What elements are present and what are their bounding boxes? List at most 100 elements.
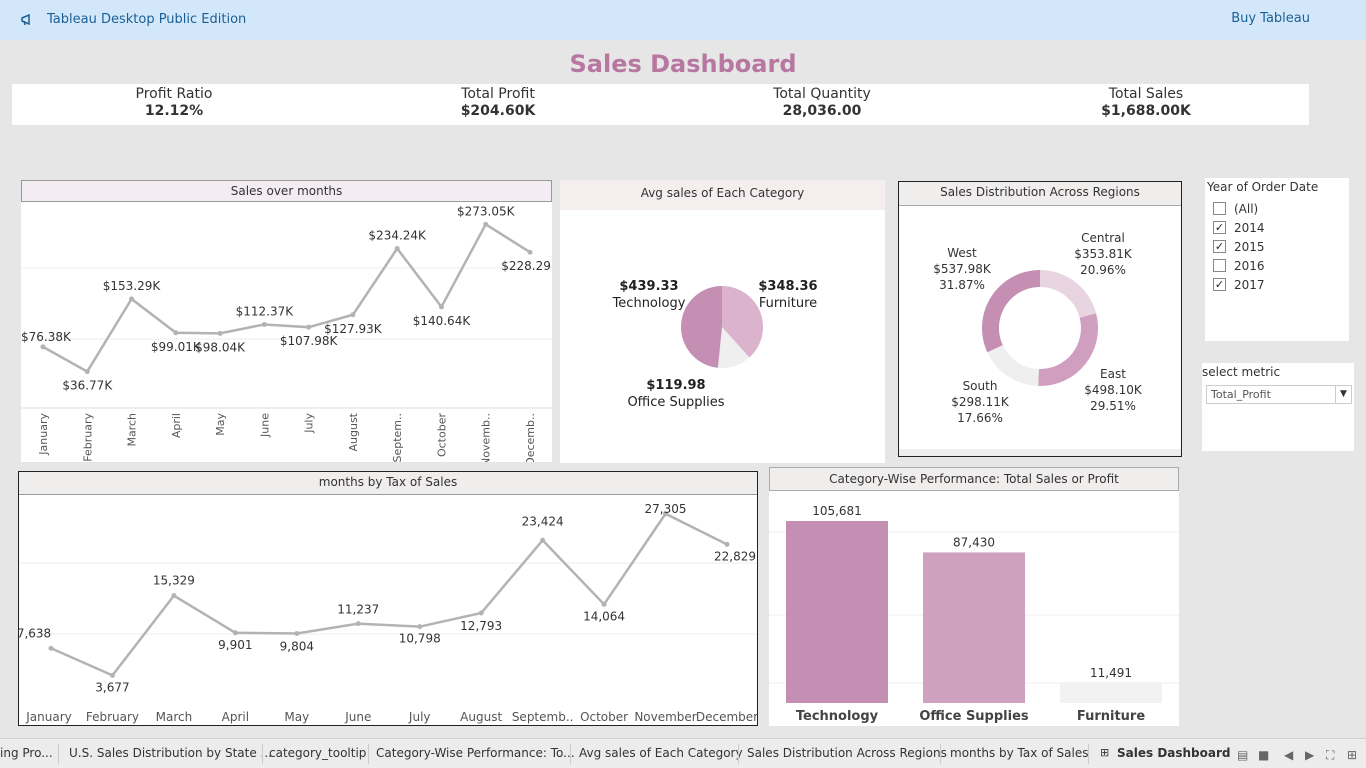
previous-sheet-icon[interactable]: ◀ [1284,748,1293,762]
app-title: Tableau Desktop Public Edition [47,12,247,27]
data-point [417,624,423,630]
region-amount-label: $537.98K [933,262,992,276]
avg-sales-pie-chart[interactable]: $439.33 Technology $348.36 Furniture $119.98… [560,210,885,460]
filter-option-2017[interactable]: ✓ 2017 [1213,276,1265,293]
slice-value-label: $348.36 [758,279,817,294]
tab-divider [570,744,571,764]
checkbox-checked-icon[interactable]: ✓ [1213,278,1226,291]
filter-option-all[interactable]: (All) [1213,200,1258,217]
donut-slice [1040,270,1097,318]
kpi-profit-ratio: Profit Ratio 12.12% [12,84,336,119]
chevron-down-icon[interactable]: ▼ [1335,386,1351,403]
data-label: 9,901 [218,638,252,652]
region-name-label: South [963,379,998,393]
data-label: 9,804 [280,639,314,653]
panel-footer [899,449,1181,456]
tab-sheet[interactable]: Sales Distribution Across Regions [747,746,947,760]
data-label: 15,329 [153,574,195,588]
data-label: 12,793 [460,619,502,633]
tick-label: August [460,710,502,724]
data-point [355,621,361,627]
checkbox-checked-icon[interactable]: ✓ [1213,240,1226,253]
kpi-strip: Profit Ratio 12.12% Total Profit $204.60… [12,84,1309,125]
metric-value: Total_Profit [1211,388,1271,401]
category-bar-chart[interactable]: 105,681 Technology 87,430 Office Supplies 11… [769,492,1179,726]
kpi-total-quantity: Total Quantity 28,036.00 [660,84,984,119]
data-point [724,541,730,547]
tab-sales-dashboard[interactable]: Sales Dashboard [1117,746,1231,760]
tick-label: Septem.. [391,413,404,462]
region-amount-label: $498.10K [1084,383,1143,397]
filter-option-label: 2015 [1234,239,1265,254]
region-pct-label: 20.96% [1080,263,1126,277]
checkbox-checked-icon[interactable]: ✓ [1213,221,1226,234]
tick-label: March [156,710,193,724]
tick-label: July [408,710,431,724]
tab-divider [1088,744,1089,764]
regions-donut-chart[interactable]: Central $353.81K 20.96% East $498.10K 29.51% S… [899,208,1181,448]
tax-line-chart[interactable]: 7,638 January 3,677 February 15,329 March 9,90… [19,496,757,726]
metric-dropdown[interactable]: Total_Profit ▼ [1206,385,1352,404]
filter-option-2015[interactable]: ✓ 2015 [1213,238,1265,255]
next-sheet-icon[interactable]: ▶ [1305,748,1314,762]
data-point [483,221,489,227]
tick-label: July [303,413,316,434]
bar-value-label: 11,491 [1090,666,1132,680]
data-point [129,296,135,302]
dashboard-tab-icon: ⊞ [1100,746,1110,759]
data-point [540,537,546,543]
checkbox-icon[interactable] [1213,202,1226,215]
data-point [601,601,607,607]
data-label: 11,237 [337,603,379,617]
data-point [40,344,46,350]
bar [923,552,1025,703]
buy-tableau-link[interactable]: Buy Tableau [1231,11,1310,26]
tab-sheet[interactable]: category_tooltip [269,746,366,760]
bar [786,521,888,703]
filter-option-label: 2017 [1234,277,1265,292]
slice-name-label: Furniture [759,296,817,311]
checkbox-icon[interactable] [1213,259,1226,272]
filter-option-2014[interactable]: ✓ 2014 [1213,219,1265,236]
kpi-total-profit: Total Profit $204.60K [336,84,660,119]
metric-selector: select metric Total_Profit ▼ [1202,363,1354,451]
data-label: $127.93K [324,322,383,336]
kpi-label: Profit Ratio [135,86,213,102]
tab-sheet[interactable]: ing Pro... [0,746,53,760]
filter-title: Year of Order Date [1207,180,1319,194]
kpi-label: Total Profit [461,86,535,102]
presentation-mode-icon[interactable]: ⛶ [1326,748,1334,763]
kpi-value: 28,036.00 [782,103,862,119]
tick-label: April [222,710,249,724]
filmstrip-icon[interactable]: ▤ [1237,748,1248,762]
tick-label: Decemb.. [524,413,537,462]
tab-sheet[interactable]: Avg sales of Each Category [579,746,743,760]
tab-sheet[interactable]: months by Tax of Sales [950,746,1088,760]
tab-sheet[interactable]: U.S. Sales Distribution by State ... [69,746,272,760]
series-line [42,222,531,374]
slice-name-label: Technology [612,296,686,311]
tab-sheet[interactable]: Category-Wise Performance: To... [376,746,575,760]
tabs-view-icon[interactable]: ■ [1258,748,1269,762]
panel-title: Avg sales of Each Category [560,180,885,210]
region-name-label: East [1100,367,1126,381]
regions-panel: Sales Distribution Across Regions Centra… [898,181,1182,457]
show-sheets-grid-icon[interactable]: ⊞ [1347,748,1357,762]
data-label: $36.77K [62,379,113,393]
data-label: $112.37K [236,304,295,318]
slice-value-label: $439.33 [619,279,678,294]
data-point [261,321,267,327]
data-point [294,630,300,636]
sales-line-chart[interactable]: $76.38K January $36.77K February $153.29K Mar… [21,206,552,462]
tick-label: February [81,413,94,462]
data-label: $153.29K [103,279,162,293]
tab-divider [262,744,263,764]
tab-divider [368,744,369,764]
megaphone-icon [21,13,30,26]
filter-option-2016[interactable]: 2016 [1213,257,1265,274]
metric-title: select metric [1202,365,1281,379]
panel-title: Sales Distribution Across Regions [899,182,1181,206]
tick-label: Novemb.. [480,413,493,462]
data-point [478,610,484,616]
filter-option-label: 2014 [1234,220,1265,235]
